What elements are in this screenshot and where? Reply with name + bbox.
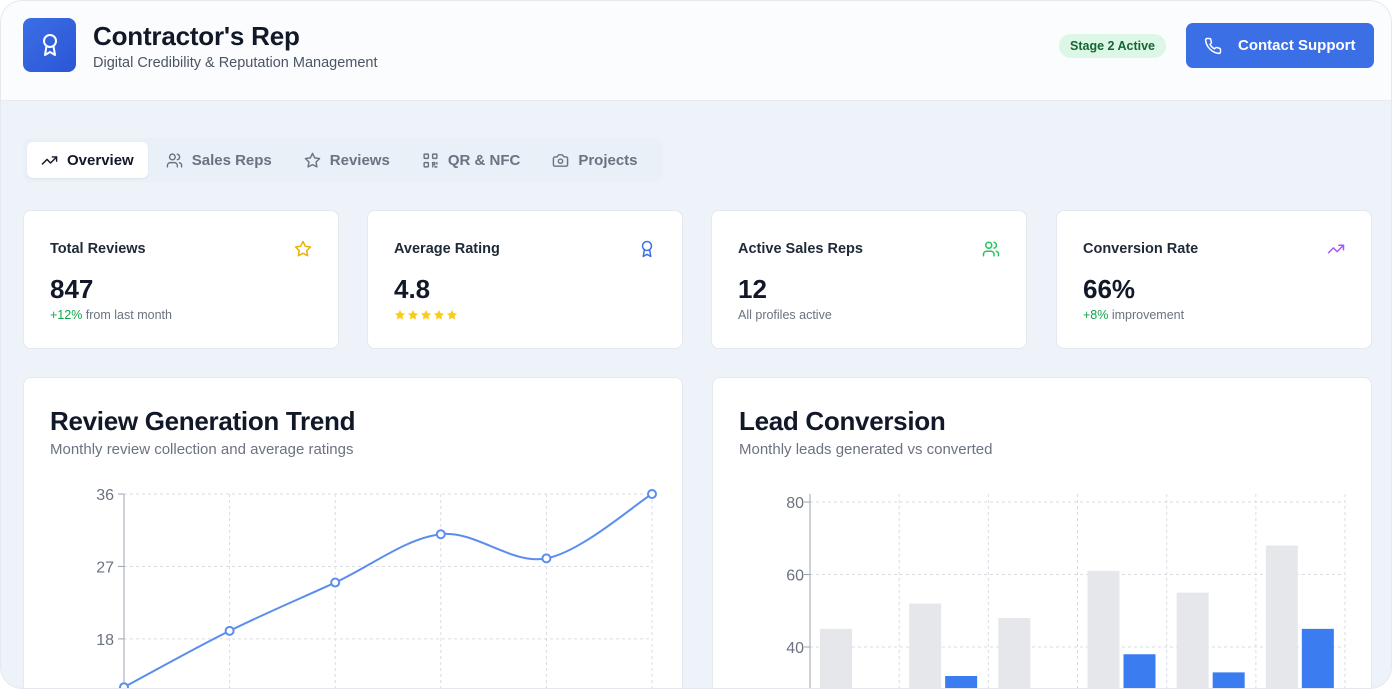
bar <box>998 618 1031 688</box>
data-point <box>119 682 129 688</box>
phone-icon <box>1204 37 1222 54</box>
tab-label: Overview <box>67 151 134 169</box>
rating-star-icon <box>447 310 457 320</box>
tab-projects[interactable]: Projects <box>538 142 651 178</box>
y-tick-label: 60 <box>786 568 804 585</box>
y-tick-label: 18 <box>96 632 114 649</box>
stat-note: +8% improvement <box>1083 308 1184 322</box>
app-subtitle: Digital Credibility & Reputation Managem… <box>93 55 378 71</box>
bar <box>1212 672 1245 688</box>
tab-qr-nfc[interactable]: QR & NFC <box>408 142 535 178</box>
tab-reviews[interactable]: Reviews <box>290 142 404 178</box>
stat-label: Average Rating <box>394 241 500 257</box>
stat-card-average-rating: Average Rating 4.8 <box>367 210 683 349</box>
users-icon <box>982 241 1000 257</box>
users-icon <box>166 152 183 168</box>
logo <box>23 18 76 72</box>
data-point <box>435 529 446 540</box>
data-point <box>541 553 552 564</box>
y-tick-label: 27 <box>96 559 114 576</box>
y-tick-label: 40 <box>786 640 804 657</box>
stat-card-active-sales-reps: Active Sales Reps 12 All profiles active <box>711 210 1027 349</box>
stat-value: 12 <box>738 274 767 304</box>
bar <box>1123 654 1156 688</box>
stat-change: +12% <box>50 308 83 322</box>
stat-change: +8% <box>1083 308 1109 322</box>
tab-label: Projects <box>578 151 638 169</box>
stat-note-text: improvement <box>1108 308 1185 322</box>
stat-note-text: from last month <box>82 308 172 322</box>
stat-card-conversion-rate: Conversion Rate 66% +8% improvement <box>1056 210 1372 349</box>
stat-value: 847 <box>50 274 94 304</box>
trending-up-icon <box>1327 244 1345 254</box>
series-line <box>123 493 653 688</box>
tab-label: Reviews <box>329 151 390 169</box>
rating-star-icon <box>408 310 418 320</box>
stat-label: Total Reviews <box>50 241 146 257</box>
stat-card-total-reviews: Total Reviews 847 +12% from last month <box>23 210 339 349</box>
contact-support-button[interactable]: Contact Support <box>1186 23 1374 68</box>
tab-sales-reps[interactable]: Sales Reps <box>152 142 286 178</box>
lead-conversion-chart: 40 60 80 <box>786 494 1346 688</box>
y-tick-label: 80 <box>786 495 804 512</box>
stage-badge: Stage 2 Active <box>1059 34 1166 58</box>
rating-stars <box>394 309 458 321</box>
stat-value: 4.8 <box>394 274 431 304</box>
stat-label: Active Sales Reps <box>738 241 863 257</box>
app-title: Contractor's Rep <box>93 21 300 51</box>
tab-bar: Overview Sales Reps Reviews QR & NFC Pro… <box>23 138 663 182</box>
bar <box>1301 628 1334 688</box>
rating-star-icon <box>421 310 431 320</box>
app-window: Contractor's Rep Digital Credibility & R… <box>0 0 1392 689</box>
bar <box>909 603 942 688</box>
trending-up-icon <box>41 155 58 165</box>
bar <box>820 628 852 688</box>
review-trend-card: Review Generation Trend Monthly review c… <box>23 377 683 688</box>
star-icon <box>294 240 312 257</box>
app-header: Contractor's Rep Digital Credibility & R… <box>1 1 1391 101</box>
y-tick-label: 36 <box>96 487 114 504</box>
award-icon <box>42 34 57 56</box>
data-point <box>647 489 657 499</box>
award-icon <box>641 240 653 258</box>
camera-icon <box>553 153 569 167</box>
qr-code-icon <box>423 152 438 168</box>
contact-support-label: Contact Support <box>1238 37 1356 54</box>
tab-overview[interactable]: Overview <box>27 142 148 178</box>
tab-label: Sales Reps <box>191 151 272 169</box>
stat-note: All profiles active <box>738 308 832 322</box>
data-point <box>224 625 235 636</box>
stat-label: Conversion Rate <box>1083 241 1199 257</box>
rating-star-icon <box>434 310 444 320</box>
bar <box>1087 570 1120 688</box>
stat-value: 66% <box>1083 274 1136 304</box>
rating-star-icon <box>395 310 405 320</box>
review-trend-chart: 18 27 36 <box>96 487 657 688</box>
lead-conversion-card: Lead Conversion Monthly leads generated … <box>712 377 1372 688</box>
data-point <box>330 577 341 588</box>
stat-note: +12% from last month <box>50 308 172 322</box>
bar <box>945 676 978 688</box>
tab-label: QR & NFC <box>447 151 521 169</box>
star-icon <box>304 152 321 168</box>
bar <box>1265 545 1298 688</box>
bar <box>1176 592 1209 688</box>
